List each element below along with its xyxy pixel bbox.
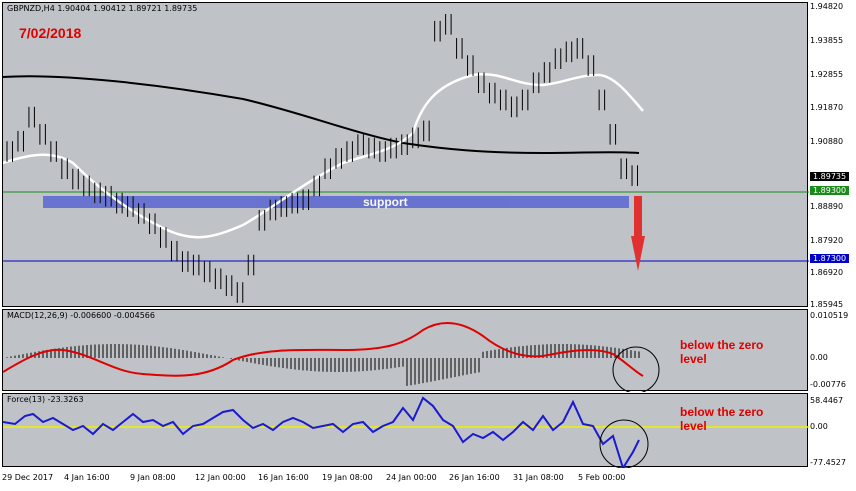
- down-arrow-head: [631, 236, 645, 271]
- blue-level-tag: 1.87300: [810, 254, 850, 263]
- macd-highlight-circle: [612, 346, 660, 392]
- time-tick-7: 24 Jan 00:00: [386, 473, 437, 482]
- time-tick-3: 9 Jan 08:00: [130, 473, 176, 482]
- moving-average-black: [3, 75, 640, 155]
- time-tick-8: 26 Jan 16:00: [449, 473, 500, 482]
- price-bars: [6, 14, 639, 303]
- time-tick-9: 31 Jan 08:00: [513, 473, 564, 482]
- current-price-tag: 1.89735: [810, 172, 850, 181]
- price-tick-3: 1.92855: [810, 70, 844, 79]
- time-tick-2: 4 Jan 16:00: [64, 473, 110, 482]
- price-tick-5: 1.90880: [810, 137, 844, 146]
- price-tick-4: 1.91870: [810, 103, 844, 112]
- macd-annotation: below the zero level: [680, 338, 764, 366]
- force-annotation: below the zero level: [680, 405, 764, 433]
- moving-average-white: [3, 73, 644, 239]
- down-arrow-shaft: [634, 196, 642, 236]
- price-tick-8: 1.86920: [810, 268, 844, 277]
- force-tick-bottom: -77.4527: [810, 458, 846, 467]
- force-line: [3, 396, 640, 468]
- macd-tick-bottom: -0.00776: [810, 380, 846, 389]
- force-tick-zero: 0.00: [810, 422, 828, 431]
- force-tick-top: 58.4467: [810, 396, 844, 405]
- time-tick-5: 16 Jan 16:00: [258, 473, 309, 482]
- price-tick-1: 1.94820: [810, 2, 844, 11]
- price-tick-6: 1.88890: [810, 202, 844, 211]
- price-tick-7: 1.87920: [810, 236, 844, 245]
- green-level-tag: 1.89300: [810, 186, 850, 195]
- price-tick-9: 1.85945: [810, 300, 844, 309]
- time-tick-6: 19 Jan 08:00: [322, 473, 373, 482]
- price-chart-svg: [3, 14, 809, 303]
- macd-tick-zero: 0.00: [810, 353, 828, 362]
- price-tick-2: 1.93855: [810, 36, 844, 45]
- time-tick-1: 29 Dec 2017: [2, 473, 54, 482]
- macd-tick-top: 0.010519: [810, 311, 849, 320]
- time-tick-4: 12 Jan 00:00: [195, 473, 246, 482]
- price-chart-pane[interactable]: GBPNZD,H4 1.90404 1.90412 1.89721 1.8973…: [2, 2, 809, 307]
- time-tick-10: 5 Feb 00:00: [578, 473, 626, 482]
